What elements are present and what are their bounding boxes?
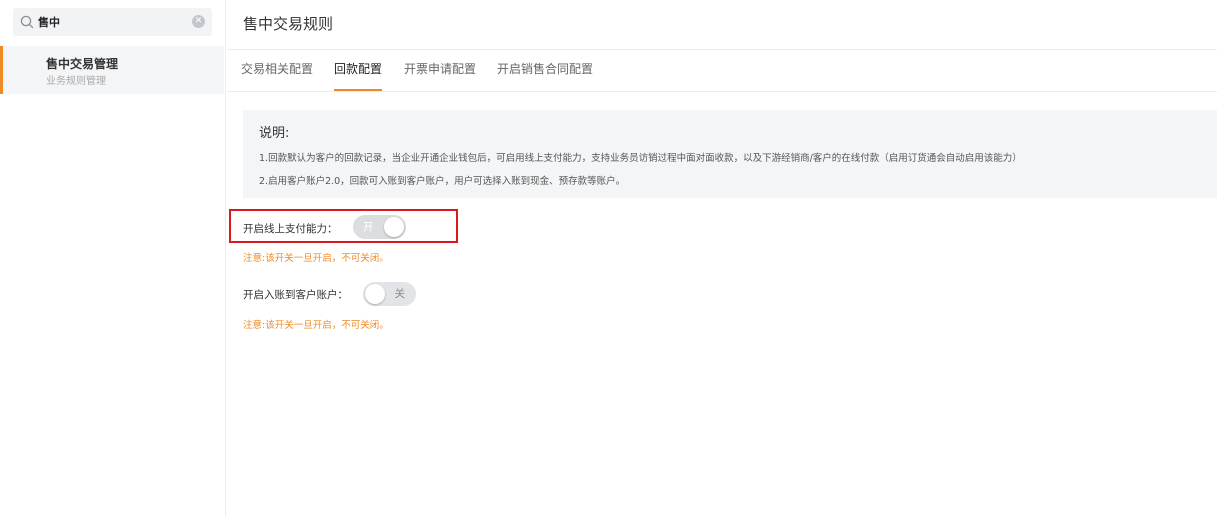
app-root: ✕ 售中交易管理 业务规则管理 售中交易规则 交易相关配置 回款配置 开票申请配… <box>0 0 1217 516</box>
switch-text: 开 <box>363 221 374 233</box>
online-payment-note: 注意:该开关一旦开启，不可关闭。 <box>243 253 389 264</box>
clear-icon[interactable]: ✕ <box>192 15 205 28</box>
online-payment-switch[interactable]: 开 <box>353 215 406 239</box>
search-box[interactable]: ✕ <box>13 8 212 36</box>
tab-invoice-config[interactable]: 开票申请配置 <box>404 50 476 91</box>
tab-contract-config[interactable]: 开启销售合同配置 <box>497 50 593 91</box>
main-content: 售中交易规则 交易相关配置 回款配置 开票申请配置 开启销售合同配置 说明: 1… <box>227 0 1217 516</box>
tabs-divider <box>227 91 1217 92</box>
sidebar-item-subtitle: 业务规则管理 <box>46 76 106 87</box>
info-title: 说明: <box>259 126 290 141</box>
customer-account-switch[interactable]: 关 <box>363 282 416 306</box>
customer-account-label: 开启入账到客户账户： <box>243 289 348 301</box>
search-icon <box>19 14 35 30</box>
sidebar-item-title: 售中交易管理 <box>46 57 119 71</box>
switch-knob <box>384 217 404 237</box>
page-title: 售中交易规则 <box>243 15 334 33</box>
sidebar: ✕ 售中交易管理 业务规则管理 <box>0 0 226 516</box>
sidebar-item-sales-trade[interactable]: 售中交易管理 业务规则管理 <box>0 46 224 94</box>
info-box: 说明: 1.回款默认为客户的回款记录，当企业开通企业钱包后，可启用线上支付能力，… <box>243 110 1217 198</box>
info-line: 1.回款默认为客户的回款记录，当企业开通企业钱包后，可启用线上支付能力，支持业务… <box>259 153 1022 164</box>
switch-knob <box>365 284 385 304</box>
search-input[interactable] <box>38 12 188 32</box>
info-line: 2.启用客户账户2.0，回款可入账到客户账户，用户可选择入账到现金、预存款等账户… <box>259 176 626 187</box>
tab-trade-config[interactable]: 交易相关配置 <box>241 50 313 91</box>
switch-text: 关 <box>394 288 406 300</box>
customer-account-note: 注意:该开关一旦开启，不可关闭。 <box>243 320 389 331</box>
tab-payment-config[interactable]: 回款配置 <box>334 50 383 91</box>
online-payment-label: 开启线上支付能力： <box>243 223 338 235</box>
